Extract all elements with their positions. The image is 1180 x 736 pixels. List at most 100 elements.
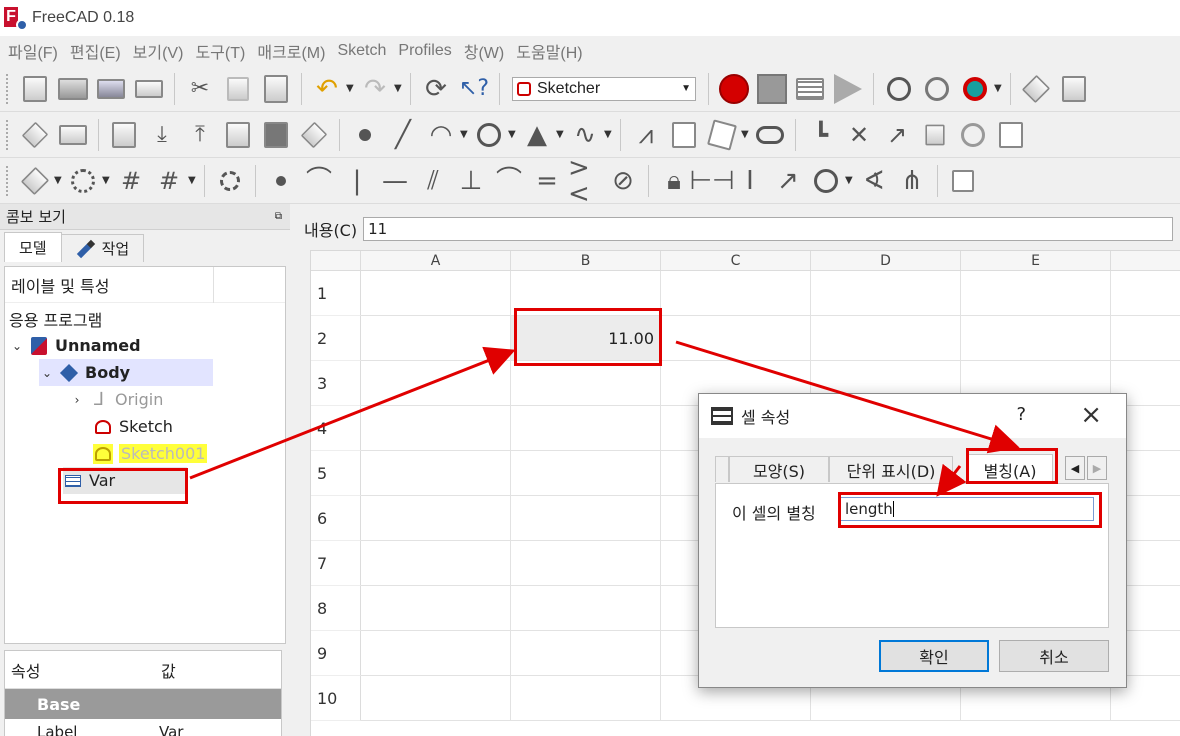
tree-item-origin[interactable]: › ⅃ Origin	[69, 386, 164, 413]
constrain-coincident-icon[interactable]	[264, 164, 298, 198]
cell-a4[interactable]	[361, 406, 511, 451]
view-front-icon[interactable]	[1057, 72, 1091, 106]
redo-dropdown-icon[interactable]: ▼	[394, 83, 404, 94]
row-header-2[interactable]: 2	[311, 316, 361, 361]
cell-a5[interactable]	[361, 451, 511, 496]
constrain-symmetric-icon[interactable]: ><	[568, 158, 602, 203]
constrain-lock-icon[interactable]: 🔒︎	[657, 164, 691, 198]
sketch-clone-icon[interactable]	[213, 164, 247, 198]
column-header-f[interactable]	[1111, 251, 1180, 271]
row-header-9[interactable]: 9	[311, 631, 361, 676]
toolbar-grip[interactable]	[6, 165, 10, 196]
constrain-vertical-distance-icon[interactable]: I	[733, 164, 767, 198]
virtual-space-alt-icon[interactable]: #	[152, 164, 186, 198]
menu-help[interactable]: 도움말(H)	[510, 39, 588, 63]
column-header-b[interactable]: B	[511, 251, 661, 271]
menu-window[interactable]: 창(W)	[458, 39, 510, 63]
tree-item-body[interactable]: ⌄ Body	[39, 359, 213, 386]
trim-icon[interactable]: ✕	[842, 118, 876, 152]
chevron-right-icon[interactable]: ›	[69, 393, 85, 407]
bspline-tools-dropdown-icon[interactable]: ▼	[102, 175, 112, 186]
constrain-equal-icon[interactable]: =	[530, 164, 564, 198]
macro-edit-icon[interactable]	[793, 72, 827, 106]
menu-macro[interactable]: 매크로(M)	[251, 39, 331, 63]
cell-d2[interactable]	[811, 316, 961, 361]
constrain-tangent-icon[interactable]: ⌒	[492, 164, 526, 198]
sketcher-tools-dropdown-icon[interactable]: ▼	[54, 175, 64, 186]
cell-b5[interactable]	[511, 451, 661, 496]
cell-b10[interactable]	[511, 676, 661, 721]
cell-e1[interactable]	[961, 271, 1111, 316]
tree-item-sketch001[interactable]: Sketch001	[93, 440, 208, 467]
conic-icon[interactable]: ▲	[520, 118, 554, 152]
cell-b8[interactable]	[511, 586, 661, 631]
chevron-down-icon[interactable]: ⌄	[39, 366, 55, 380]
extend-icon[interactable]: ↗	[880, 118, 914, 152]
draw-style-icon[interactable]	[958, 72, 992, 106]
toolbar-grip[interactable]	[6, 73, 10, 104]
zoom-fit-icon[interactable]	[882, 72, 916, 106]
cell-b3[interactable]	[511, 361, 661, 406]
constrain-horizontal-distance-icon[interactable]: ⊢⊣	[689, 164, 734, 198]
rectangle-icon[interactable]	[667, 118, 701, 152]
column-header-a[interactable]: A	[361, 251, 511, 271]
sketcher-tools-icon[interactable]	[18, 164, 52, 198]
cell-d1[interactable]	[811, 271, 961, 316]
chevron-left-icon[interactable]: ◀	[1065, 456, 1085, 480]
constrain-radius-icon[interactable]	[809, 164, 843, 198]
cell-b7[interactable]	[511, 541, 661, 586]
line-icon[interactable]: ╱	[386, 118, 420, 152]
tree-item-document[interactable]: ⌄ Unnamed	[9, 332, 141, 359]
leave-sketch-icon[interactable]	[56, 118, 90, 152]
zoom-selection-icon[interactable]	[920, 72, 954, 106]
toggle-driving-icon[interactable]	[946, 164, 980, 198]
cell-a1[interactable]	[361, 271, 511, 316]
carbon-copy-icon[interactable]	[956, 118, 990, 152]
cell-c2[interactable]	[661, 316, 811, 361]
point-icon[interactable]	[348, 118, 382, 152]
workbench-selector[interactable]: Sketcher ▼	[512, 76, 696, 101]
whats-this-icon[interactable]: ↖?	[457, 72, 491, 106]
constrain-block-icon[interactable]: ⊘	[606, 164, 640, 198]
menu-tools[interactable]: 도구(T)	[189, 39, 251, 63]
refresh-icon[interactable]: ⟳	[419, 72, 453, 106]
undock-icon[interactable]: ⧉	[275, 211, 282, 222]
cell-f1[interactable]	[1111, 271, 1180, 316]
tree-item-sketch[interactable]: Sketch	[93, 413, 173, 440]
draw-style-dropdown-icon[interactable]: ▼	[994, 83, 1004, 94]
cell-a6[interactable]	[361, 496, 511, 541]
view-sketch-icon[interactable]	[18, 118, 52, 152]
new-sketch-icon[interactable]	[107, 118, 141, 152]
cell-a9[interactable]	[361, 631, 511, 676]
chevron-down-icon[interactable]: ⌄	[9, 339, 25, 353]
cell-b4[interactable]	[511, 406, 661, 451]
edit-sketch-icon[interactable]: ⤓	[145, 118, 179, 152]
constrain-parallel-icon[interactable]: ⫽	[416, 164, 450, 198]
cell-a8[interactable]	[361, 586, 511, 631]
menu-view[interactable]: 보기(V)	[127, 39, 190, 63]
bspline-icon[interactable]: ∿	[568, 118, 602, 152]
polygon-dropdown-icon[interactable]: ▼	[741, 129, 751, 140]
toolbar-grip[interactable]	[6, 119, 10, 150]
constrain-perpendicular-icon[interactable]: ⊥	[454, 164, 488, 198]
print-icon[interactable]	[132, 72, 166, 106]
constrain-horizontal-icon[interactable]: —	[378, 164, 412, 198]
cell-b9[interactable]	[511, 631, 661, 676]
macro-stop-icon[interactable]	[755, 72, 789, 106]
external-geometry-icon[interactable]	[918, 118, 952, 152]
redo-icon[interactable]: ↷	[358, 72, 392, 106]
polyline-icon[interactable]: ⩘	[629, 118, 663, 152]
arc-icon[interactable]: ◠	[424, 118, 458, 152]
cell-a10[interactable]	[361, 676, 511, 721]
macro-run-icon[interactable]	[831, 72, 865, 106]
property-value[interactable]: Var	[159, 723, 183, 736]
cell-c1[interactable]	[661, 271, 811, 316]
cell-a7[interactable]	[361, 541, 511, 586]
tab-clipped[interactable]	[715, 456, 729, 482]
property-group-base[interactable]: Base	[5, 689, 281, 719]
column-header-d[interactable]: D	[811, 251, 961, 271]
menu-profiles[interactable]: Profiles	[392, 42, 457, 60]
cancel-button[interactable]: 취소	[999, 640, 1109, 672]
content-input[interactable]: 11	[363, 217, 1174, 241]
chevron-right-icon[interactable]: ▶	[1087, 456, 1107, 480]
